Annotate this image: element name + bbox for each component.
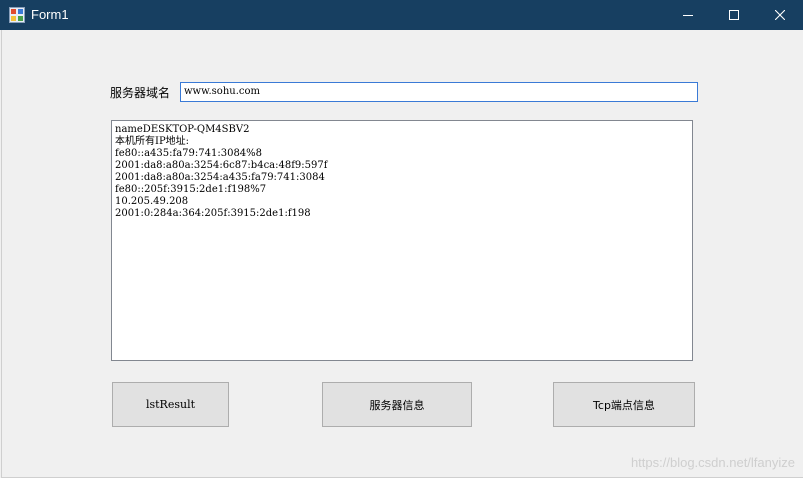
lst-result-button[interactable]: lstResult <box>112 382 229 427</box>
domain-input[interactable] <box>180 82 698 102</box>
title-bar[interactable]: Form1 <box>0 0 803 30</box>
domain-label: 服务器域名 <box>110 86 171 100</box>
maximize-icon <box>729 10 739 20</box>
list-item[interactable]: 2001:da8:a80a:3254:a435:fa79:741:3084 <box>115 172 692 184</box>
watermark: https://blog.csdn.net/lfanyize <box>630 455 795 470</box>
list-item[interactable]: nameDESKTOP-QM4SBV2 <box>115 124 692 136</box>
list-item[interactable]: 2001:0:284a:364:205f:3915:2de1:f198 <box>115 208 692 220</box>
result-listbox[interactable]: nameDESKTOP-QM4SBV2 本机所有IP地址: fe80::a435… <box>111 120 693 361</box>
minimize-icon <box>683 15 693 16</box>
minimize-button[interactable] <box>665 0 711 30</box>
list-item[interactable]: 2001:da8:a80a:3254:6c87:b4ca:48f9:597f <box>115 160 692 172</box>
close-icon <box>775 10 785 20</box>
maximize-button[interactable] <box>711 0 757 30</box>
list-item[interactable]: 10.205.49.208 <box>115 196 692 208</box>
tcp-endpoint-info-button[interactable]: Tcp端点信息 <box>553 382 695 427</box>
server-info-button[interactable]: 服务器信息 <box>322 382 472 427</box>
list-item[interactable]: fe80::205f:3915:2de1:f198%7 <box>115 184 692 196</box>
close-button[interactable] <box>757 0 803 30</box>
list-item[interactable]: fe80::a435:fa79:741:3084%8 <box>115 148 692 160</box>
window-title: Form1 <box>31 7 69 22</box>
list-item[interactable]: 本机所有IP地址: <box>115 136 692 148</box>
app-icon <box>9 7 25 23</box>
